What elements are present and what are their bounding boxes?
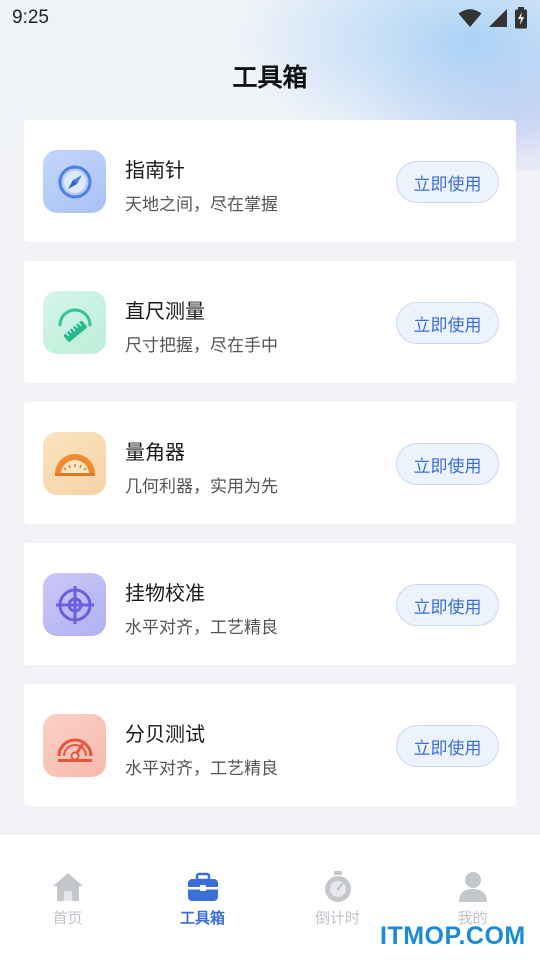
tool-list: 指南针 天地之间，尽在掌握 立即使用 直尺测量 尺寸把握，尽在手中 立即使用 量…: [24, 120, 516, 825]
tool-title: 分贝测试: [125, 722, 205, 746]
tool-subtitle: 水平对齐，工艺精良: [125, 759, 278, 779]
tool-subtitle: 尺寸把握，尽在手中: [125, 336, 278, 356]
status-bar: 9:25: [0, 0, 540, 36]
wifi-icon: [458, 9, 482, 27]
use-now-button[interactable]: 立即使用: [396, 584, 499, 626]
tool-subtitle: 天地之间，尽在掌握: [125, 195, 278, 215]
tool-title: 指南针: [125, 158, 185, 182]
status-time: 9:25: [12, 7, 49, 28]
tool-title: 量角器: [125, 440, 185, 464]
page-title: 工具箱: [232, 63, 308, 92]
tool-card-protractor[interactable]: 量角器 几何利器，实用为先 立即使用: [24, 402, 516, 524]
home-icon: [50, 869, 86, 905]
tab-label: 首页: [52, 909, 83, 927]
tool-subtitle: 几何利器，实用为先: [125, 477, 278, 497]
crosshair-icon: [43, 573, 106, 636]
use-now-button[interactable]: 立即使用: [396, 443, 499, 485]
watermark: ITMOP.COM: [380, 922, 526, 950]
battery-icon: [515, 7, 527, 29]
stopwatch-icon: [320, 869, 356, 905]
compass-icon: [43, 150, 106, 213]
tool-card-level[interactable]: 挂物校准 水平对齐，工艺精良 立即使用: [24, 543, 516, 665]
toolbox-icon: [185, 869, 221, 905]
use-now-button[interactable]: 立即使用: [396, 161, 499, 203]
ruler-icon: [43, 291, 106, 354]
use-now-button[interactable]: 立即使用: [396, 725, 499, 767]
tool-title: 直尺测量: [125, 299, 205, 323]
tool-card-compass[interactable]: 指南针 天地之间，尽在掌握 立即使用: [24, 120, 516, 242]
status-icons: [458, 7, 528, 29]
gauge-icon: [43, 714, 106, 777]
use-now-button[interactable]: 立即使用: [396, 302, 499, 344]
tool-card-ruler[interactable]: 直尺测量 尺寸把握，尽在手中 立即使用: [24, 261, 516, 383]
user-icon: [455, 869, 491, 905]
tab-home[interactable]: 首页: [0, 835, 135, 960]
tool-card-decibel[interactable]: 分贝测试 水平对齐，工艺精良 立即使用: [24, 684, 516, 806]
tool-subtitle: 水平对齐，工艺精良: [125, 618, 278, 638]
tab-toolbox[interactable]: 工具箱: [135, 835, 270, 960]
tab-label: 倒计时: [314, 909, 360, 927]
protractor-icon: [43, 432, 106, 495]
signal-icon: [489, 9, 507, 27]
tool-title: 挂物校准: [125, 581, 205, 605]
tab-label: 工具箱: [179, 909, 225, 927]
